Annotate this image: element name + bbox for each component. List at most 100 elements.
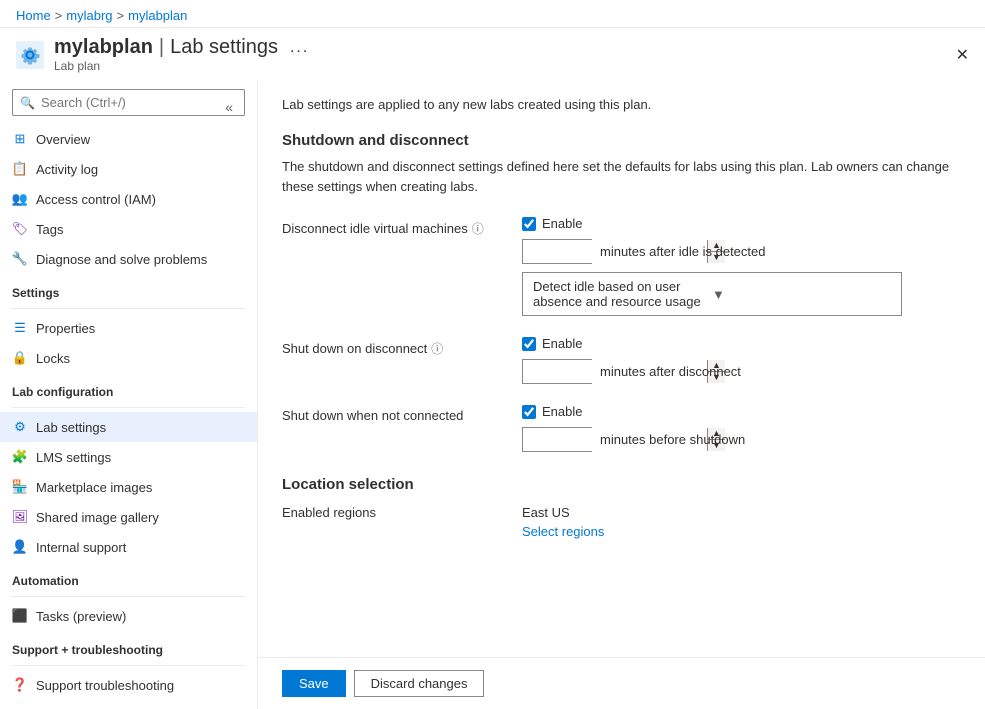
main-layout: 🔍 « ⊞ Overview 📋 Activity log 👥 Access c… xyxy=(0,81,985,709)
breadcrumb-sep2: > xyxy=(117,8,125,23)
sidebar-item-overview[interactable]: ⊞ Overview xyxy=(0,124,257,154)
disconnect-idle-row: Disconnect idle virtual machines ⓘ Enabl… xyxy=(282,216,961,316)
support-icon: ❓ xyxy=(12,677,28,693)
shutdown-not-connected-enable-row: Enable xyxy=(522,404,745,419)
disconnect-idle-detect-select[interactable]: Detect idle based on user absence and re… xyxy=(522,272,902,316)
save-button[interactable]: Save xyxy=(282,670,346,697)
location-section: Location selection Enabled regions East … xyxy=(282,476,961,539)
title-block: mylabplan | Lab settings ... Lab plan xyxy=(54,36,309,73)
tasks-icon: ⬛ xyxy=(12,608,28,624)
store-icon: 🏪 xyxy=(12,479,28,495)
collapse-sidebar-button[interactable]: « xyxy=(225,99,233,115)
shutdown-not-connected-spinner: 15 ▲ ▼ xyxy=(522,427,592,452)
sidebar-item-lab-settings[interactable]: ⚙ Lab settings xyxy=(0,412,257,442)
resource-name: mylabplan xyxy=(54,36,153,59)
sidebar-label-tasks: Tasks (preview) xyxy=(36,609,126,624)
breadcrumb: Home > mylabrg > mylabplan xyxy=(16,8,187,23)
shutdown-not-connected-label: Shut down when not connected xyxy=(282,408,463,423)
sidebar-item-activity-log[interactable]: 📋 Activity log xyxy=(0,154,257,184)
puzzle-icon: 🧩 xyxy=(12,449,28,465)
shutdown-not-connected-row: Shut down when not connected Enable 15 ▲ xyxy=(282,404,961,452)
lab-config-divider xyxy=(12,407,245,408)
sidebar-item-properties[interactable]: ☰ Properties xyxy=(0,313,257,343)
sidebar-item-support-troubleshooting[interactable]: ❓ Support troubleshooting xyxy=(0,670,257,700)
disconnect-idle-label: Disconnect idle virtual machines xyxy=(282,221,468,236)
activity-icon: 📋 xyxy=(12,161,28,177)
sidebar-label-properties: Properties xyxy=(36,321,95,336)
resource-type: Lab plan xyxy=(54,59,309,73)
shutdown-not-connected-controls: Enable 15 ▲ ▼ minutes before shutdown xyxy=(522,404,745,452)
regions-value: East US xyxy=(522,505,604,520)
people-icon: 👥 xyxy=(12,191,28,207)
content-description: Lab settings are applied to any new labs… xyxy=(282,97,961,112)
enabled-regions-value-container: East US Select regions xyxy=(522,505,604,539)
breadcrumb-mylabplan[interactable]: mylabplan xyxy=(128,8,187,23)
lock-icon: 🔒 xyxy=(12,350,28,366)
shutdown-disconnect-checkbox[interactable] xyxy=(522,337,536,351)
shutdown-disconnect-enable-label: Enable xyxy=(542,336,582,351)
sidebar-label-access-control: Access control (IAM) xyxy=(36,192,156,207)
shutdown-disconnect-label: Shut down on disconnect xyxy=(282,341,427,356)
disconnect-idle-enable-row: Enable xyxy=(522,216,902,231)
disconnect-idle-controls: Enable 15 ▲ ▼ minutes after idle is dete… xyxy=(522,216,902,316)
sidebar-label-overview: Overview xyxy=(36,132,90,147)
content-wrapper: Lab settings are applied to any new labs… xyxy=(258,81,985,709)
disconnect-idle-info-icon[interactable]: ⓘ xyxy=(472,220,484,237)
shutdown-section: Shutdown and disconnect The shutdown and… xyxy=(282,132,961,452)
shutdown-disconnect-minutes-label: minutes after disconnect xyxy=(600,364,741,379)
sidebar-item-shared-image-gallery[interactable]: 🖼 Shared image gallery xyxy=(0,502,257,532)
search-input[interactable] xyxy=(12,89,245,116)
sidebar-label-lab-settings: Lab settings xyxy=(36,420,106,435)
tag-icon: 🏷 xyxy=(12,221,28,237)
enabled-regions-label: Enabled regions xyxy=(282,505,522,520)
sidebar-label-activity-log: Activity log xyxy=(36,162,98,177)
sidebar-item-marketplace-images[interactable]: 🏪 Marketplace images xyxy=(0,472,257,502)
shutdown-not-connected-label-container: Shut down when not connected xyxy=(282,404,522,423)
grid-icon: ⊞ xyxy=(12,131,28,147)
sidebar-label-diagnose: Diagnose and solve problems xyxy=(36,252,207,267)
lab-plan-icon xyxy=(16,41,44,69)
shutdown-section-description: The shutdown and disconnect settings def… xyxy=(282,157,961,196)
page-header-left: mylabplan | Lab settings ... Lab plan xyxy=(16,36,309,73)
sidebar-label-internal-support: Internal support xyxy=(36,540,126,555)
sidebar-item-internal-support[interactable]: 👤 Internal support xyxy=(0,532,257,562)
header-menu-btn[interactable]: ... xyxy=(290,39,309,57)
sidebar-item-tags[interactable]: 🏷 Tags xyxy=(0,214,257,244)
sidebar: 🔍 « ⊞ Overview 📋 Activity log 👥 Access c… xyxy=(0,81,258,709)
shutdown-disconnect-enable-row: Enable xyxy=(522,336,741,351)
section-label-lab-config: Lab configuration xyxy=(0,373,257,403)
shutdown-not-connected-minutes-label: minutes before shutdown xyxy=(600,432,745,447)
disconnect-idle-checkbox[interactable] xyxy=(522,217,536,231)
person-icon: 👤 xyxy=(12,539,28,555)
shutdown-disconnect-minutes-row: 0 ▲ ▼ minutes after disconnect xyxy=(522,359,741,384)
sidebar-item-diagnose[interactable]: 🔧 Diagnose and solve problems xyxy=(0,244,257,274)
shutdown-not-connected-checkbox[interactable] xyxy=(522,405,536,419)
sidebar-label-marketplace-images: Marketplace images xyxy=(36,480,152,495)
content-footer: Save Discard changes xyxy=(258,657,985,709)
close-button[interactable]: ✕ xyxy=(956,45,969,65)
breadcrumb-mylabrg[interactable]: mylabrg xyxy=(66,8,112,23)
sidebar-item-lms-settings[interactable]: 🧩 LMS settings xyxy=(0,442,257,472)
sidebar-label-tags: Tags xyxy=(36,222,63,237)
breadcrumb-sep1: > xyxy=(55,8,63,23)
disconnect-idle-spinner: 15 ▲ ▼ xyxy=(522,239,592,264)
section-label-settings: Settings xyxy=(0,274,257,304)
shutdown-disconnect-info-icon[interactable]: ⓘ xyxy=(431,340,443,357)
disconnect-idle-minutes-row: 15 ▲ ▼ minutes after idle is detected xyxy=(522,239,902,264)
section-label-support: Support + troubleshooting xyxy=(0,631,257,661)
shutdown-disconnect-row: Shut down on disconnect ⓘ Enable 0 xyxy=(282,336,961,384)
chevron-down-icon: ▼ xyxy=(712,287,891,302)
discard-button[interactable]: Discard changes xyxy=(354,670,485,697)
page-header: mylabplan | Lab settings ... Lab plan ✕ xyxy=(0,28,985,81)
top-bar: Home > mylabrg > mylabplan xyxy=(0,0,985,28)
settings-divider xyxy=(12,308,245,309)
sidebar-item-tasks[interactable]: ⬛ Tasks (preview) xyxy=(0,601,257,631)
automation-divider xyxy=(12,596,245,597)
sidebar-item-access-control[interactable]: 👥 Access control (IAM) xyxy=(0,184,257,214)
sidebar-item-locks[interactable]: 🔒 Locks xyxy=(0,343,257,373)
page-subtitle: Lab settings xyxy=(170,36,278,59)
breadcrumb-home[interactable]: Home xyxy=(16,8,51,23)
sidebar-label-lms-settings: LMS settings xyxy=(36,450,111,465)
disconnect-idle-detect-label: Detect idle based on user absence and re… xyxy=(533,279,712,309)
select-regions-link[interactable]: Select regions xyxy=(522,524,604,539)
